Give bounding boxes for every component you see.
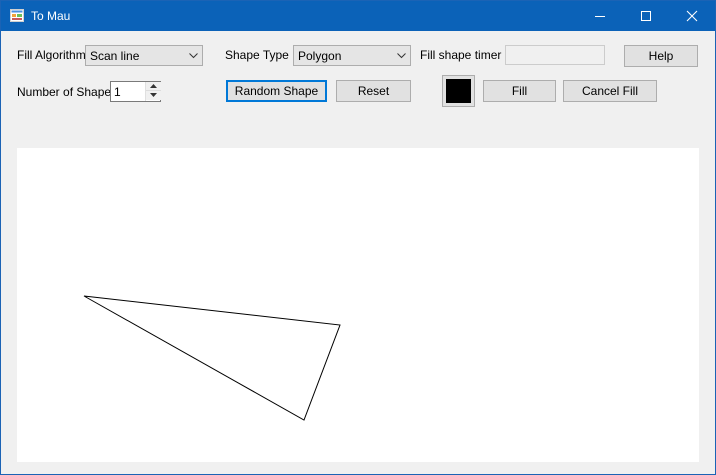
close-icon [686,10,698,22]
fill-algorithm-label: Fill Algorithm [17,48,86,62]
number-of-shape-label: Number of Shape [17,85,112,99]
close-button[interactable] [669,1,715,31]
shape-type-label: Shape Type [225,48,289,62]
fill-shape-timer-label: Fill shape timer [420,48,502,62]
fill-algorithm-select[interactable]: Scan line [85,45,203,66]
minimize-icon [595,16,605,17]
stepper-down-button[interactable] [146,91,161,100]
app-icon [10,9,24,22]
fill-shape-timer-field [505,45,605,65]
arrow-down-icon [150,93,157,97]
random-shape-button[interactable]: Random Shape [226,80,327,102]
canvas-drawing [83,295,341,421]
fill-color-swatch [446,79,471,103]
number-of-shape-value: 1 [114,85,121,99]
main-window: To Mau Fill Algorithm Scan line Shape Ty… [0,0,716,475]
reset-button[interactable]: Reset [336,80,411,102]
fill-button[interactable]: Fill [483,80,556,102]
stepper-arrows [145,82,161,101]
fill-color-button[interactable] [442,75,475,107]
help-button[interactable]: Help [624,45,698,67]
maximize-icon [641,11,651,21]
polygon-shape [83,295,341,421]
chevron-down-icon [189,53,198,59]
minimize-button[interactable] [577,1,623,31]
maximize-button[interactable] [623,1,669,31]
cancel-fill-button[interactable]: Cancel Fill [563,80,657,102]
arrow-up-icon [150,84,157,88]
stepper-up-button[interactable] [146,82,161,91]
title-bar[interactable]: To Mau [1,1,715,31]
drawing-canvas[interactable] [17,148,699,462]
shape-type-select[interactable]: Polygon [293,45,411,66]
number-of-shape-stepper[interactable]: 1 [110,81,161,102]
shape-type-value: Polygon [298,49,342,63]
fill-algorithm-value: Scan line [90,49,140,63]
chevron-down-icon [397,53,406,59]
window-title: To Mau [31,9,71,23]
